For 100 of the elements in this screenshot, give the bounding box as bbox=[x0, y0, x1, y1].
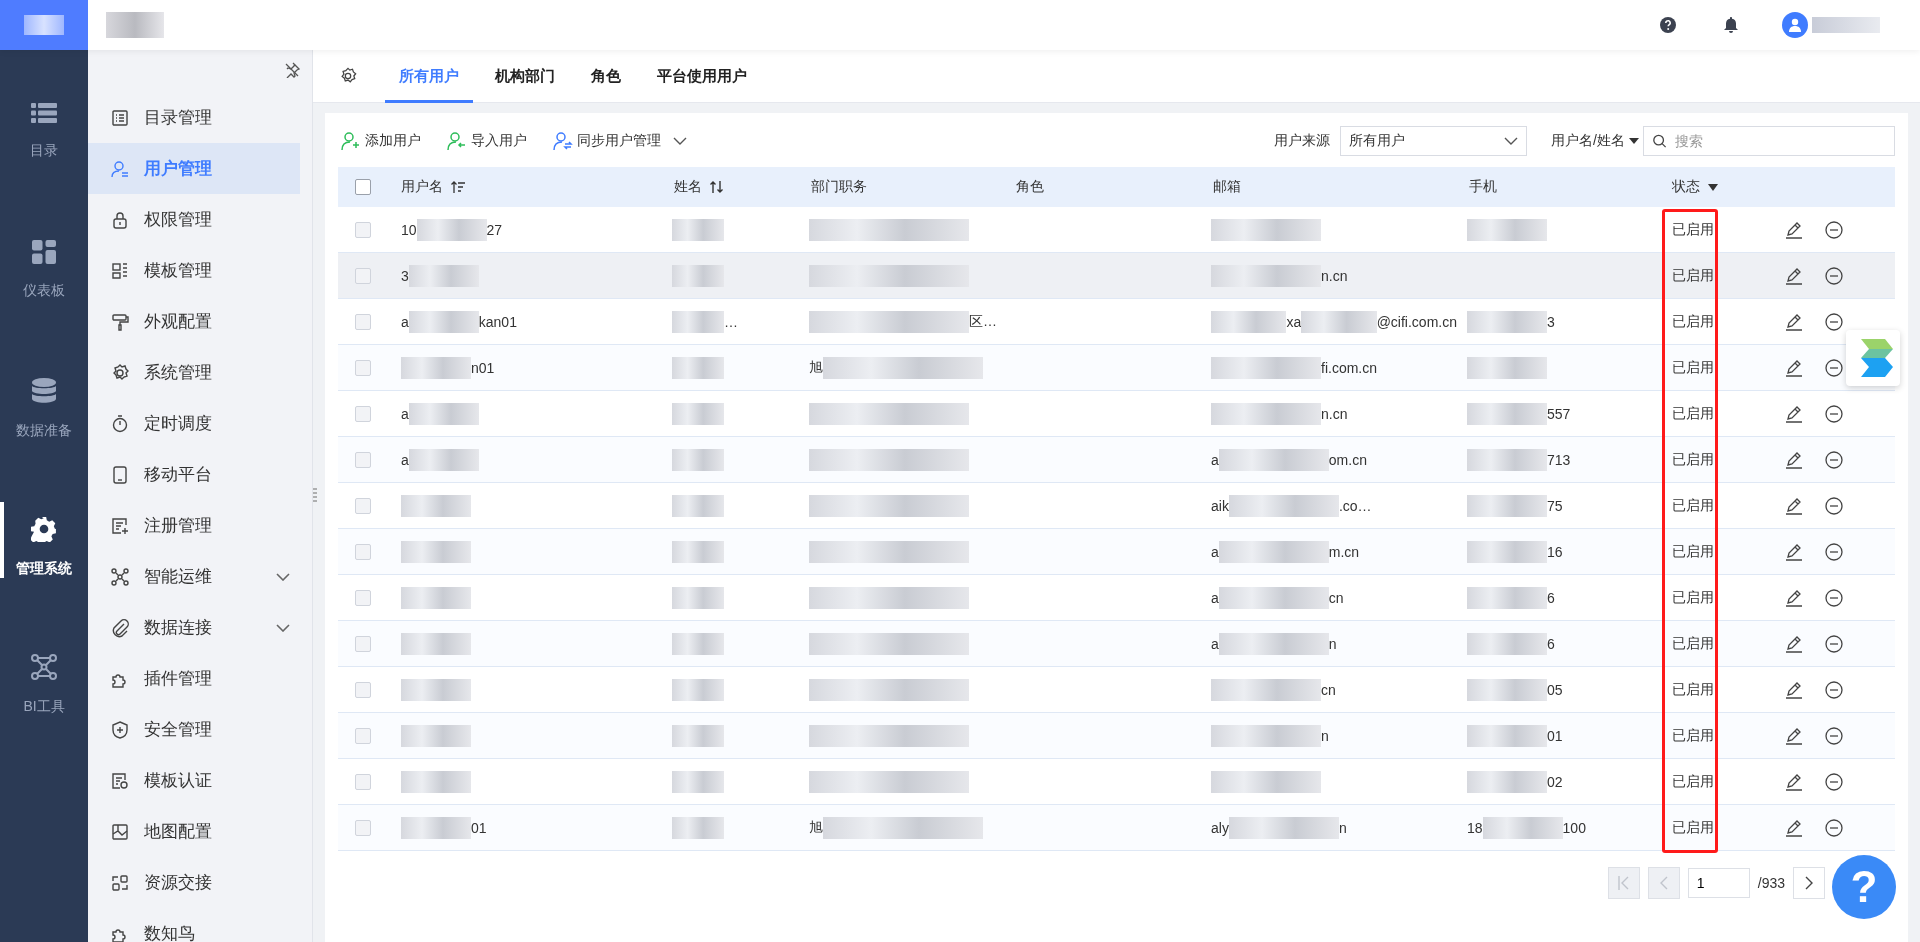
edit-icon[interactable] bbox=[1785, 726, 1803, 745]
toolbar-button[interactable]: 同步用户管理 bbox=[553, 131, 687, 151]
toolbar-button[interactable]: 添加用户 bbox=[341, 131, 421, 151]
row-checkbox[interactable] bbox=[355, 451, 371, 468]
row-checkbox[interactable] bbox=[355, 681, 371, 698]
edit-icon[interactable] bbox=[1785, 542, 1803, 561]
remove-icon[interactable] bbox=[1825, 266, 1843, 285]
row-checkbox[interactable] bbox=[355, 635, 371, 652]
table-row[interactable]: a n 6 已启用 bbox=[338, 621, 1895, 667]
edit-icon[interactable] bbox=[1785, 266, 1803, 285]
tab[interactable]: 角色 bbox=[577, 49, 635, 103]
rail-item[interactable]: 数据准备 bbox=[0, 374, 88, 512]
sidebar-item[interactable]: 注册管理 bbox=[88, 500, 312, 551]
edit-icon[interactable] bbox=[1785, 450, 1803, 469]
table-row[interactable]: n01 旭 fi.com.cn 已启用 bbox=[338, 345, 1895, 391]
sidebar-item[interactable]: 外观配置 bbox=[88, 296, 312, 347]
redacted-block bbox=[408, 264, 479, 287]
sidebar-item[interactable]: 安全管理 bbox=[88, 704, 312, 755]
row-checkbox[interactable] bbox=[355, 819, 371, 836]
edit-icon[interactable] bbox=[1785, 358, 1803, 377]
sidebar-item[interactable]: 插件管理 bbox=[88, 653, 312, 704]
row-checkbox[interactable] bbox=[355, 727, 371, 744]
tab[interactable]: 机构部门 bbox=[481, 49, 569, 103]
edit-icon[interactable] bbox=[1785, 634, 1803, 653]
rail-item[interactable]: 目录 bbox=[0, 98, 88, 236]
remove-icon[interactable] bbox=[1825, 312, 1843, 331]
table-row[interactable]: a a om.cn 713 已启用 bbox=[338, 437, 1895, 483]
list-icon bbox=[31, 102, 57, 124]
edit-icon[interactable] bbox=[1785, 680, 1803, 699]
search-scope-dropdown[interactable]: 用户名/姓名 bbox=[1551, 132, 1639, 150]
rail-item[interactable]: 仪表板 bbox=[0, 236, 88, 374]
row-checkbox[interactable] bbox=[355, 267, 371, 284]
row-checkbox[interactable] bbox=[355, 359, 371, 376]
rail-item[interactable]: BI工具 bbox=[0, 650, 88, 788]
triangle-down-icon[interactable] bbox=[1708, 183, 1718, 191]
sidebar-item[interactable]: 系统管理 bbox=[88, 347, 312, 398]
sort-arrows-icon[interactable] bbox=[710, 181, 723, 193]
sidebar-item[interactable]: 定时调度 bbox=[88, 398, 312, 449]
sidebar-item[interactable]: 权限管理 bbox=[88, 194, 312, 245]
row-checkbox[interactable] bbox=[355, 773, 371, 790]
chevron-icon bbox=[276, 572, 290, 581]
avatar-icon[interactable] bbox=[1782, 12, 1808, 38]
chevron-icon bbox=[1504, 137, 1519, 145]
remove-icon[interactable] bbox=[1825, 358, 1843, 377]
sidebar-item[interactable]: 模板管理 bbox=[88, 245, 312, 296]
remove-icon[interactable] bbox=[1825, 450, 1843, 469]
settings-icon[interactable] bbox=[339, 67, 357, 85]
cell-text: 3 bbox=[1547, 313, 1555, 330]
remove-icon[interactable] bbox=[1825, 542, 1843, 561]
sidebar-item[interactable]: 模板认证 bbox=[88, 755, 312, 806]
remove-icon[interactable] bbox=[1825, 404, 1843, 423]
page-input[interactable]: 1 bbox=[1687, 868, 1750, 898]
remove-icon[interactable] bbox=[1825, 588, 1843, 607]
edit-icon[interactable] bbox=[1785, 772, 1803, 791]
row-checkbox[interactable] bbox=[355, 313, 371, 330]
toolbar-button[interactable]: 导入用户 bbox=[447, 131, 527, 151]
edit-icon[interactable] bbox=[1785, 496, 1803, 515]
list-icon bbox=[110, 107, 130, 128]
sidebar-item[interactable]: 智能运维 bbox=[88, 551, 312, 602]
remove-icon[interactable] bbox=[1825, 818, 1843, 837]
source-dropdown[interactable]: 所有用户 bbox=[1340, 126, 1528, 156]
select-all-checkbox[interactable] bbox=[355, 179, 371, 195]
edit-icon[interactable] bbox=[1785, 818, 1803, 837]
table-row[interactable]: 01 旭 aly n 18 100 已启用 bbox=[338, 805, 1895, 851]
column-header: 部门职务 bbox=[811, 178, 867, 196]
sidebar-item[interactable]: 地图配置 bbox=[88, 806, 312, 857]
cell-text: .co… bbox=[1338, 497, 1372, 514]
help-icon[interactable] bbox=[1660, 17, 1676, 33]
pin-icon[interactable] bbox=[284, 62, 300, 78]
cell-text: 10 bbox=[401, 221, 417, 238]
row-checkbox[interactable] bbox=[355, 589, 371, 606]
sidebar-item[interactable]: 数知鸟 bbox=[88, 908, 312, 942]
remove-icon[interactable] bbox=[1825, 496, 1843, 515]
resize-handle-icon[interactable] bbox=[313, 488, 317, 502]
row-checkbox[interactable] bbox=[355, 497, 371, 514]
table-row[interactable]: n 01 已启用 bbox=[338, 713, 1895, 759]
bell-icon[interactable] bbox=[1724, 17, 1738, 33]
edit-icon[interactable] bbox=[1785, 220, 1803, 239]
sidebar-item[interactable]: 目录管理 bbox=[88, 92, 312, 143]
remove-icon[interactable] bbox=[1825, 680, 1843, 699]
row-checkbox[interactable] bbox=[355, 543, 371, 560]
table-row[interactable]: 3 n.cn 已启用 bbox=[338, 253, 1895, 299]
remove-icon[interactable] bbox=[1825, 634, 1843, 653]
remove-icon[interactable] bbox=[1825, 772, 1843, 791]
edit-icon[interactable] bbox=[1785, 588, 1803, 607]
redacted-block bbox=[401, 816, 471, 839]
row-checkbox[interactable] bbox=[355, 405, 371, 422]
remove-icon[interactable] bbox=[1825, 726, 1843, 745]
sort-icon[interactable] bbox=[451, 181, 465, 193]
sidebar-item[interactable]: 资源交接 bbox=[88, 857, 312, 908]
edit-icon[interactable] bbox=[1785, 404, 1803, 423]
tab[interactable]: 平台使用用户 bbox=[643, 49, 761, 103]
edit-icon[interactable] bbox=[1785, 312, 1803, 331]
sidebar-item[interactable]: 数据连接 bbox=[88, 602, 312, 653]
table-row[interactable]: a m.cn 16 已启用 bbox=[338, 529, 1895, 575]
remove-icon[interactable] bbox=[1825, 220, 1843, 239]
tab[interactable]: 所有用户 bbox=[385, 49, 473, 103]
sidebar-item[interactable]: 移动平台 bbox=[88, 449, 312, 500]
redacted-block bbox=[416, 218, 487, 241]
row-checkbox[interactable] bbox=[355, 221, 371, 238]
